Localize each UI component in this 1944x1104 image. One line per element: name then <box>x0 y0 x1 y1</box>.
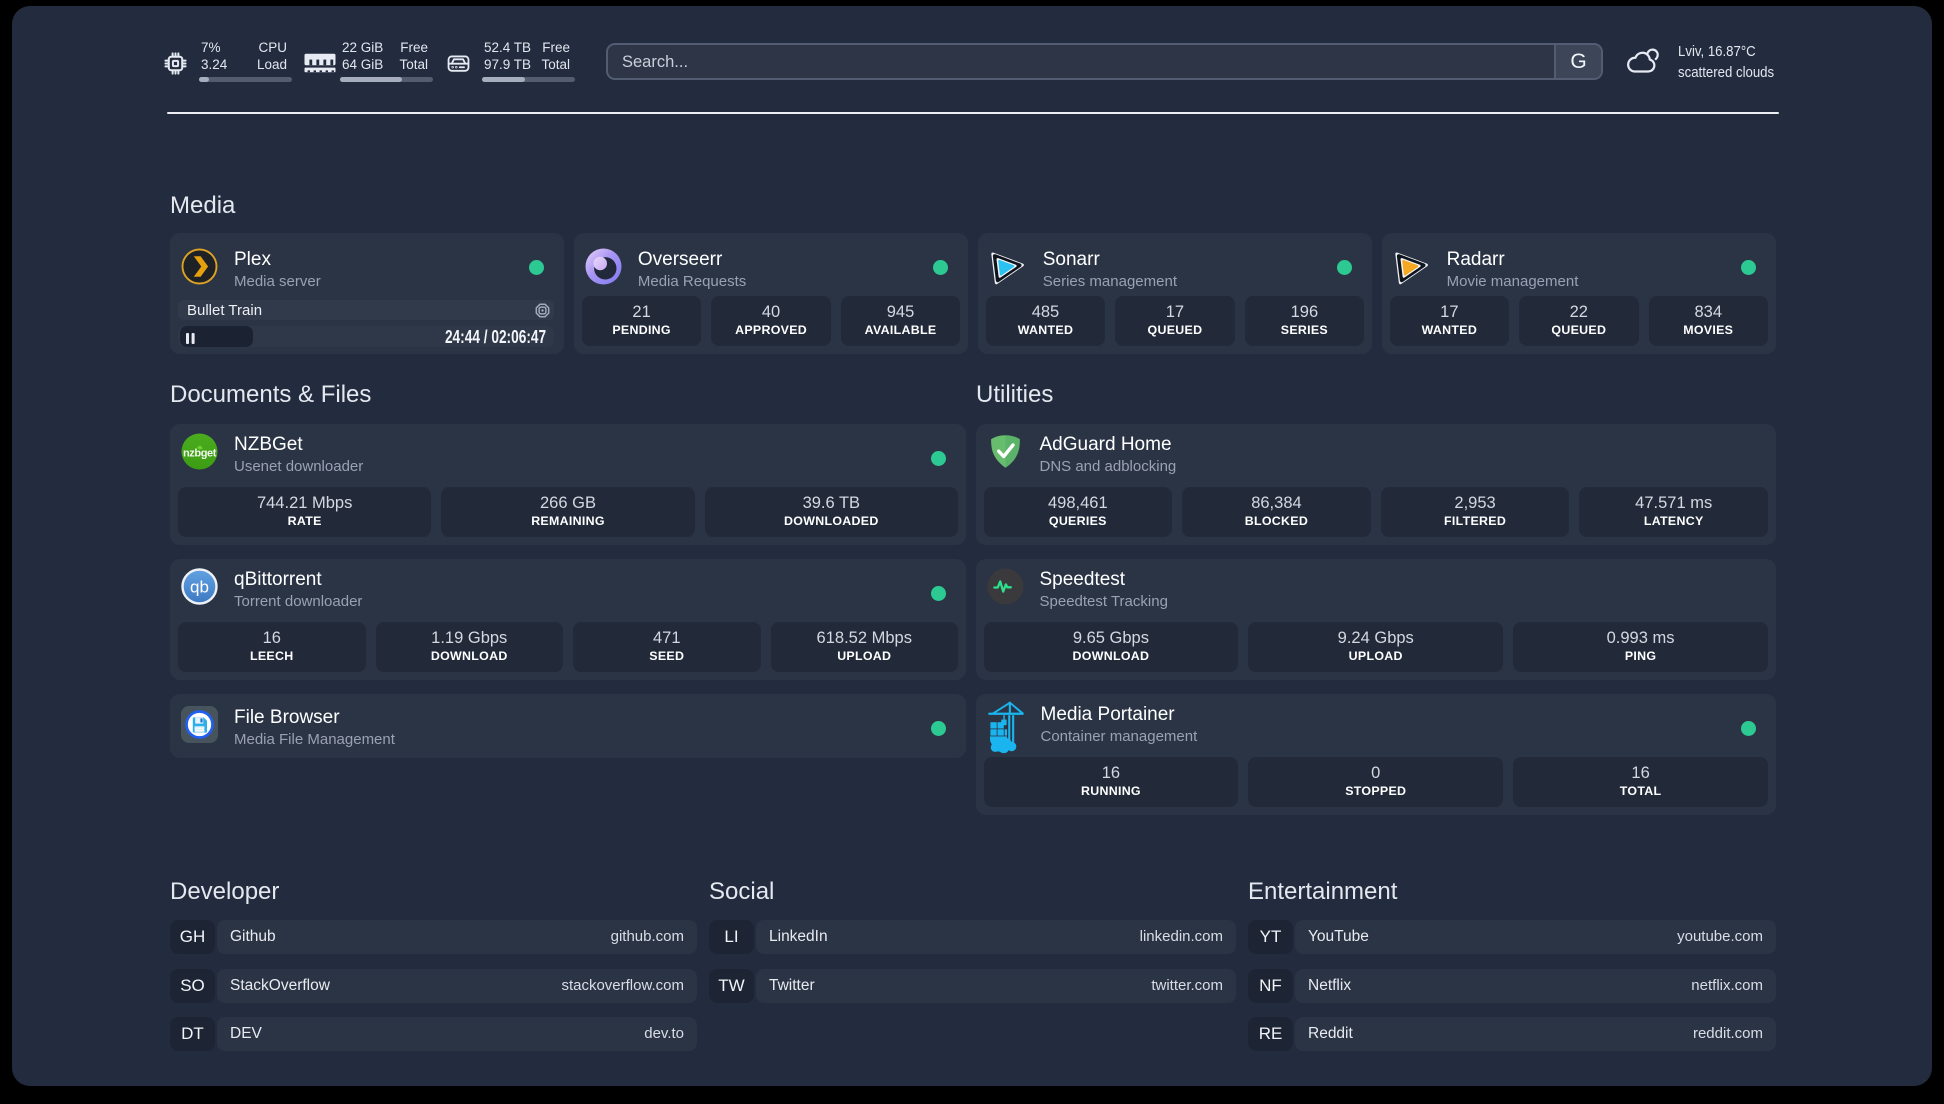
svg-text:nzbget: nzbget <box>183 448 217 460</box>
svg-text:qb: qb <box>190 578 209 597</box>
